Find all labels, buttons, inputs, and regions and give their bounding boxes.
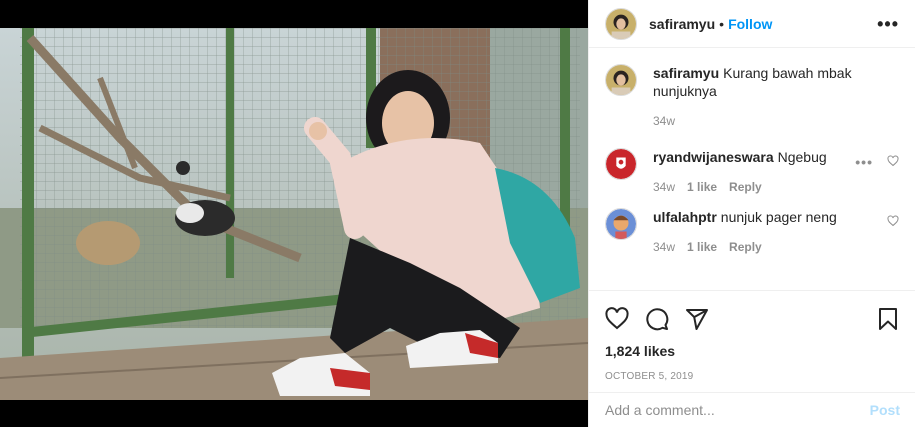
- post-photo-image: [0, 28, 588, 400]
- caption-meta: 34w: [653, 114, 859, 128]
- like-heart-icon[interactable]: [605, 299, 645, 339]
- comment-item: ulfalahptr nunjuk pager neng 34w 1 like R…: [605, 208, 899, 254]
- comment-actions: [887, 214, 899, 230]
- comment-text: nunjuk pager neng: [720, 209, 837, 225]
- comment-time[interactable]: 34w: [653, 180, 675, 194]
- share-paper-plane-icon[interactable]: [685, 299, 725, 339]
- post-date[interactable]: OCTOBER 5, 2019: [605, 371, 900, 382]
- comment-like-heart-icon[interactable]: [887, 154, 899, 170]
- header-separator: •: [719, 15, 725, 32]
- post-header: safiramyu • Follow •••: [589, 0, 915, 48]
- likes-count[interactable]: 1,824 likes: [605, 343, 900, 359]
- caption-avatar[interactable]: [605, 64, 637, 96]
- caption-body: safiramyu Kurang bawah mbak nunjuknya 34w: [653, 64, 899, 128]
- comment-meta: 34w 1 like Reply: [653, 180, 859, 194]
- commenter-avatar[interactable]: [605, 148, 637, 180]
- post-comment-button[interactable]: Post: [870, 402, 900, 418]
- comment-username[interactable]: ryandwijaneswara: [653, 149, 774, 165]
- reply-button[interactable]: Reply: [729, 240, 762, 254]
- comment-text-block: ryandwijaneswara Ngebug: [653, 148, 859, 166]
- bookmark-icon[interactable]: [860, 299, 900, 339]
- caption-time[interactable]: 34w: [653, 114, 675, 128]
- post-panel: safiramyu • Follow ••• safiramyu Kurang b…: [588, 0, 915, 427]
- comment-likes[interactable]: 1 like: [687, 240, 717, 254]
- comment-meta: 34w 1 like Reply: [653, 240, 859, 254]
- caption-comment: safiramyu Kurang bawah mbak nunjuknya 34w: [605, 64, 899, 128]
- caption-text-block: safiramyu Kurang bawah mbak nunjuknya: [653, 64, 859, 100]
- comment-like-heart-icon[interactable]: [887, 214, 899, 230]
- comment-item: ryandwijaneswara Ngebug 34w 1 like Reply …: [605, 148, 899, 194]
- more-options-icon[interactable]: •••: [877, 15, 899, 33]
- reply-button[interactable]: Reply: [729, 180, 762, 194]
- add-comment-bar: Post: [589, 392, 915, 427]
- comment-likes[interactable]: 1 like: [687, 180, 717, 194]
- post-action-bar: 1,824 likes OCTOBER 5, 2019: [589, 290, 915, 382]
- follow-button[interactable]: Follow: [728, 16, 772, 32]
- comment-bubble-icon[interactable]: [645, 299, 685, 339]
- comments-list[interactable]: safiramyu Kurang bawah mbak nunjuknya 34w…: [589, 48, 915, 290]
- action-icons: [605, 299, 900, 339]
- comment-actions: •••: [855, 154, 899, 170]
- author-avatar[interactable]: [605, 7, 637, 40]
- caption-username[interactable]: safiramyu: [653, 65, 719, 81]
- comment-body: ulfalahptr nunjuk pager neng 34w 1 like R…: [653, 208, 899, 254]
- post-media[interactable]: [0, 0, 588, 427]
- commenter-avatar[interactable]: [605, 208, 637, 240]
- comment-more-icon[interactable]: •••: [855, 154, 873, 170]
- comment-username[interactable]: ulfalahptr: [653, 209, 717, 225]
- comment-text: Ngebug: [777, 149, 827, 165]
- comment-time[interactable]: 34w: [653, 240, 675, 254]
- comment-text-block: ulfalahptr nunjuk pager neng: [653, 208, 859, 226]
- post-photo[interactable]: [0, 28, 588, 400]
- add-comment-input[interactable]: [605, 402, 870, 418]
- author-username[interactable]: safiramyu: [649, 16, 715, 32]
